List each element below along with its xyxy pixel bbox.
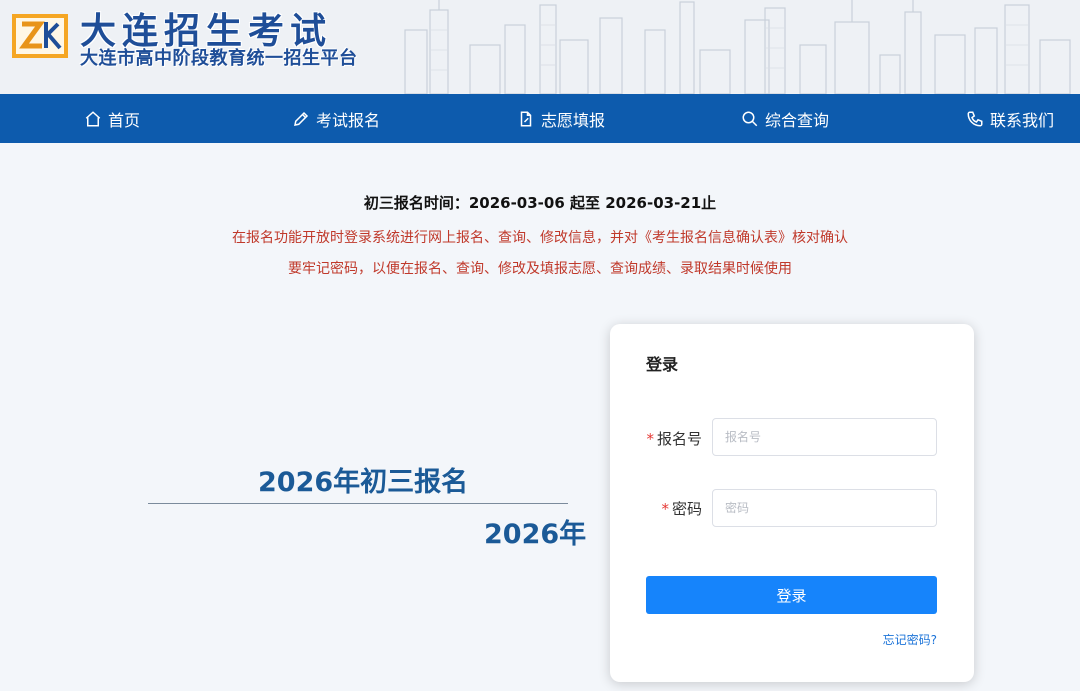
notice-line-1: 在报名功能开放时登录系统进行网上报名、查询、修改信息，并对《考生报名信息确认表》… <box>232 230 848 246</box>
nav-label-contact: 联系我们 <box>990 110 1055 130</box>
site-subtitle: 大连市高中阶段教育统一招生平台 <box>80 48 358 69</box>
home-icon <box>85 110 101 126</box>
password-label: * 密码 <box>646 498 702 519</box>
nav-label-home: 首页 <box>108 110 141 130</box>
password-input[interactable] <box>712 489 937 527</box>
required-mark: * <box>661 500 669 518</box>
nav-item-contact[interactable]: 联系我们 <box>966 94 1054 143</box>
login-button[interactable]: 登录 <box>646 576 937 614</box>
document-edit-icon <box>520 111 532 126</box>
promo-divider <box>148 503 568 504</box>
promo-year: 2026年 <box>484 519 587 550</box>
login-title: 登录 <box>646 355 679 374</box>
search-icon <box>742 111 758 126</box>
nav-item-exam-registration[interactable]: 考试报名 <box>292 94 380 143</box>
forgot-password-link[interactable]: 忘记密码? <box>883 631 937 648</box>
password-label-text: 密码 <box>671 500 702 518</box>
nav-item-home[interactable]: 首页 <box>84 94 140 143</box>
promo-title: 2026年初三报名 <box>258 467 469 498</box>
nav-label-application: 志愿填报 <box>541 110 606 130</box>
nav-item-application[interactable]: 志愿填报 <box>517 94 605 143</box>
nav-label-exam-registration: 考试报名 <box>316 110 381 130</box>
registration-number-label-text: 报名号 <box>656 430 702 448</box>
required-mark: * <box>646 430 654 448</box>
nav-item-query[interactable]: 综合查询 <box>741 94 829 143</box>
registration-number-input[interactable] <box>712 418 937 456</box>
phone-icon <box>967 111 983 127</box>
nav-label-query: 综合查询 <box>765 110 830 130</box>
header-banner: 大连招生考试 大连市高中阶段教育统一招生平台 <box>0 0 1080 94</box>
site-logo[interactable] <box>10 10 70 60</box>
login-card: 登录 *报名号 *密码 登录 忘记密码? <box>610 324 974 682</box>
registration-period: 初三报名时间：2026-03-06 起至 2026-03-21止 <box>363 194 717 212</box>
notice-line-2: 要牢记密码，以便在报名、查询、修改及填报志愿、查询成绩、录取结果时候使用 <box>288 261 792 277</box>
registration-number-label: * 报名号 <box>646 428 702 449</box>
main-nav: 首页 考试报名 志愿填报 综合查询 联系我们 <box>0 94 1080 143</box>
pencil-icon <box>294 111 309 126</box>
